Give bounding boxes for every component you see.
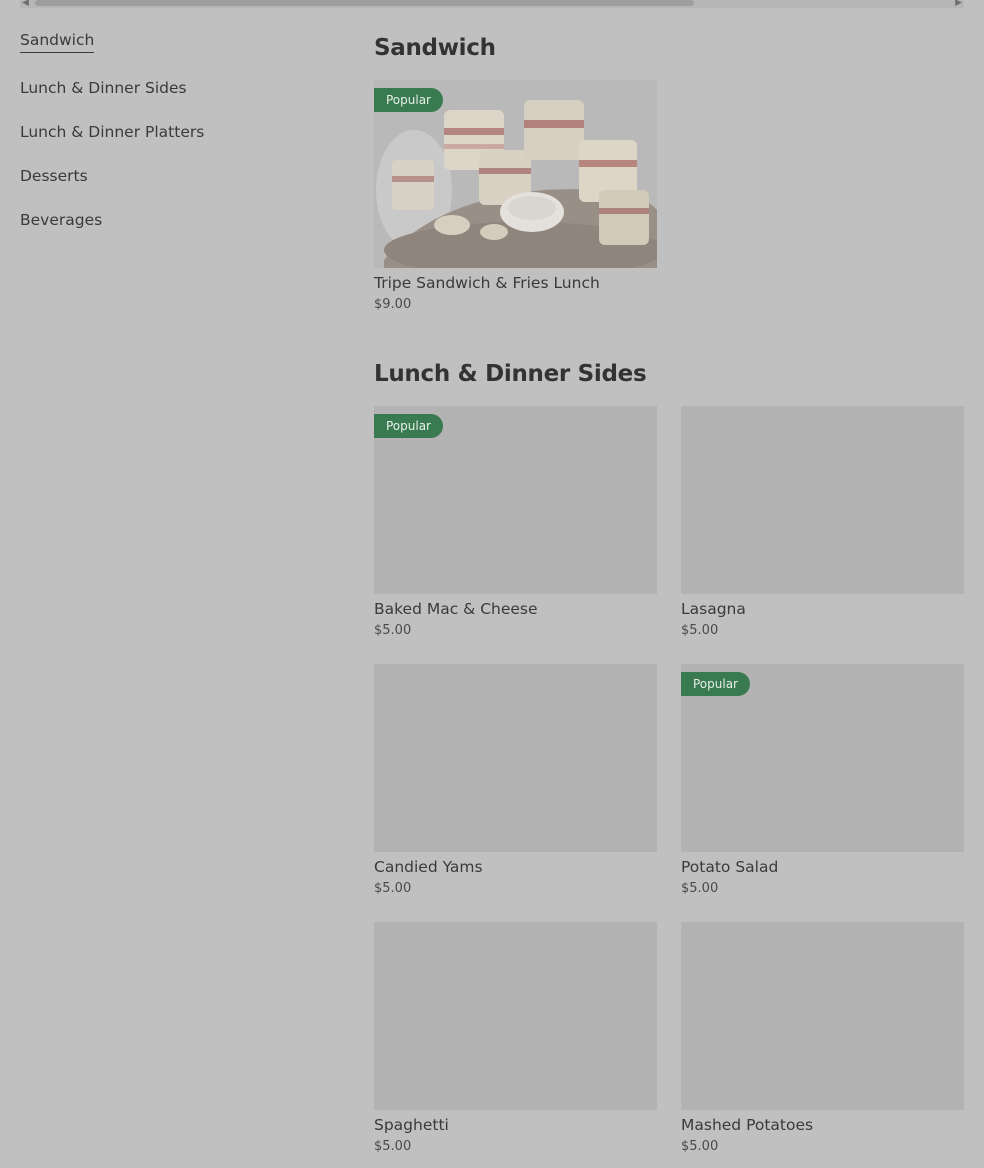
- section-title: Sandwich: [374, 35, 496, 61]
- item-image: Popular: [374, 80, 657, 268]
- menu-item-card[interactable]: Candied Yams $5.00: [374, 664, 657, 898]
- popular-badge: Popular: [374, 414, 443, 438]
- popular-badge: Popular: [374, 88, 443, 112]
- item-name: Potato Salad: [681, 858, 779, 876]
- item-price: $5.00: [374, 881, 412, 896]
- item-name: Tripe Sandwich & Fries Lunch: [374, 274, 600, 292]
- horizontal-scrollbar[interactable]: ◀ ▶: [20, 0, 964, 8]
- menu-item-card[interactable]: Popular Baked Mac & Cheese $5.00: [374, 406, 657, 640]
- chevron-left-icon[interactable]: ◀: [22, 0, 29, 8]
- menu-item-card[interactable]: Mashed Potatoes $5.00: [681, 922, 964, 1156]
- item-image-placeholder: [374, 922, 657, 1110]
- popular-badge: Popular: [681, 672, 750, 696]
- category-sandwich[interactable]: Sandwich: [20, 30, 95, 53]
- item-name: Mashed Potatoes: [681, 1116, 814, 1134]
- item-name: Baked Mac & Cheese: [374, 600, 538, 618]
- item-name: Spaghetti: [374, 1116, 449, 1134]
- category-nav: Sandwich Lunch & Dinner Sides Lunch & Di…: [20, 30, 320, 253]
- item-price: $5.00: [681, 881, 719, 896]
- category-lunch-dinner-sides[interactable]: Lunch & Dinner Sides: [20, 77, 320, 99]
- item-image-placeholder: [681, 406, 964, 594]
- scrollbar-thumb[interactable]: [35, 0, 694, 6]
- section-sandwich: Sandwich Popular Tripe Sandwich & Fries …: [374, 30, 964, 314]
- item-price: $5.00: [681, 623, 719, 638]
- menu-item-card[interactable]: Spaghetti $5.00: [374, 922, 657, 1156]
- category-desserts[interactable]: Desserts: [20, 165, 320, 187]
- item-name: Candied Yams: [374, 858, 483, 876]
- item-image-placeholder: Popular: [374, 406, 657, 594]
- item-price: $5.00: [681, 1139, 719, 1154]
- item-price: $5.00: [374, 1139, 412, 1154]
- item-image-placeholder: [374, 664, 657, 852]
- item-image-placeholder: Popular: [681, 664, 964, 852]
- item-price: $9.00: [374, 297, 412, 312]
- menu-content: Sandwich Popular Tripe Sandwich & Fries …: [374, 30, 964, 1156]
- item-price: $5.00: [374, 623, 412, 638]
- chevron-right-icon[interactable]: ▶: [955, 0, 962, 8]
- section-lunch-dinner-sides: Lunch & Dinner Sides Popular Baked Mac &…: [374, 356, 964, 1156]
- menu-item-card[interactable]: Lasagna $5.00: [681, 406, 964, 640]
- menu-item-card[interactable]: Popular Tripe Sandwich & Fries Lunch $9.…: [374, 80, 657, 314]
- menu-item-card[interactable]: Popular Potato Salad $5.00: [681, 664, 964, 898]
- section-title: Lunch & Dinner Sides: [374, 361, 647, 387]
- item-name: Lasagna: [681, 600, 746, 618]
- item-image-placeholder: [681, 922, 964, 1110]
- category-beverages[interactable]: Beverages: [20, 209, 320, 231]
- category-lunch-dinner-platters[interactable]: Lunch & Dinner Platters: [20, 121, 320, 143]
